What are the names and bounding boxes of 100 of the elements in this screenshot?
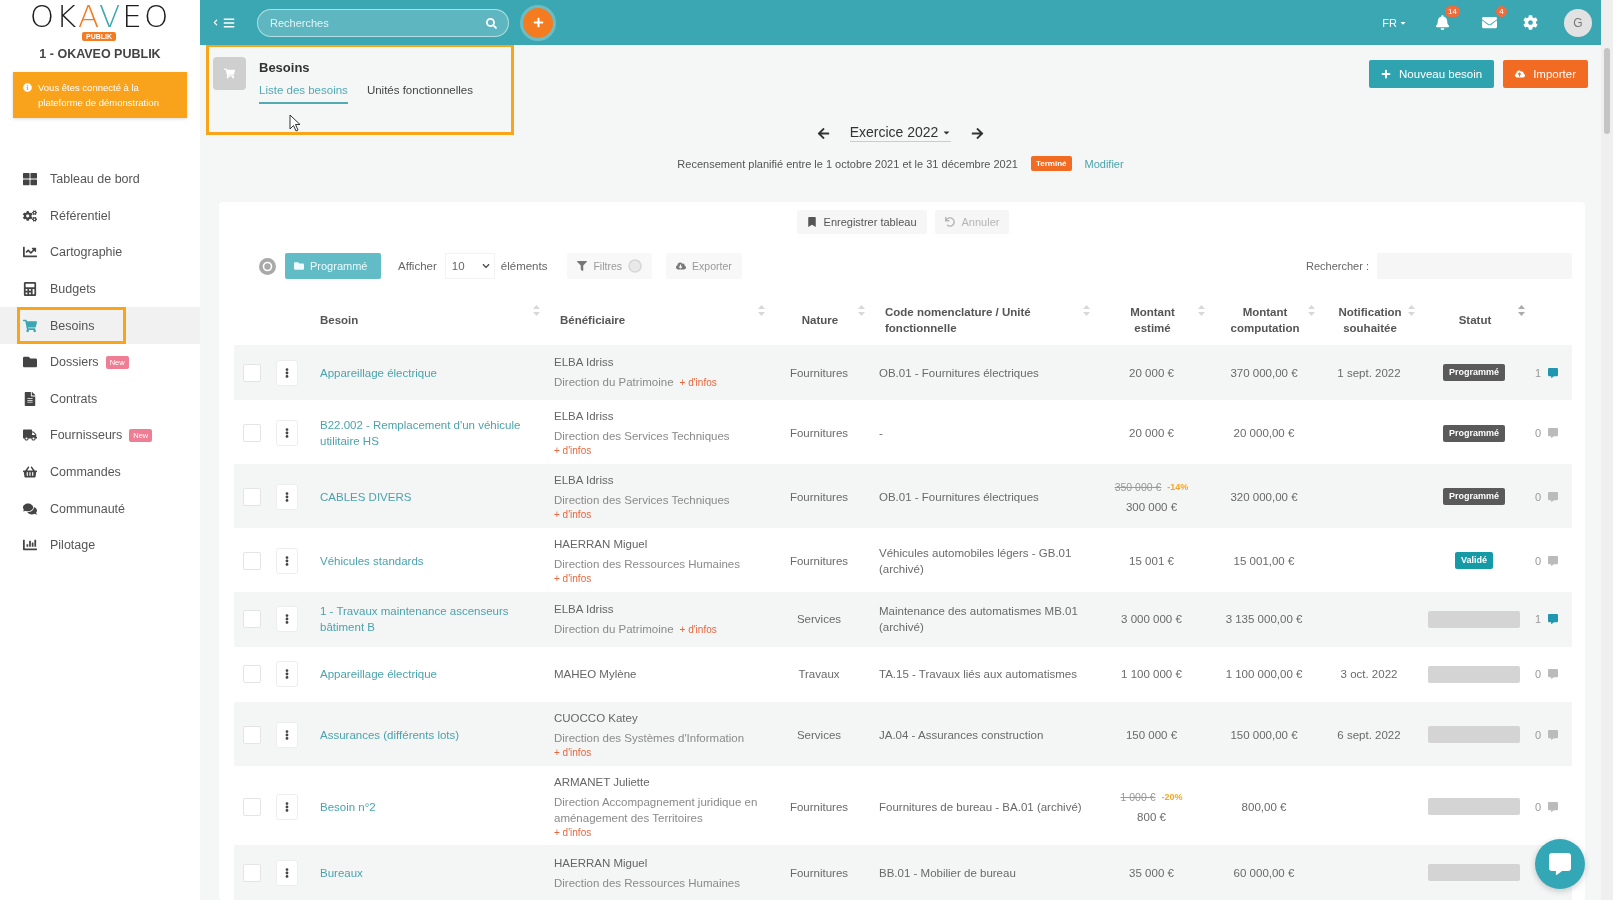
- page-size-select[interactable]: 10: [444, 253, 495, 279]
- language-button[interactable]: FR: [1376, 15, 1413, 30]
- sort-icon[interactable]: [1518, 305, 1525, 316]
- exercise-select[interactable]: Exercice 2022: [849, 124, 952, 142]
- sort-icon[interactable]: [858, 305, 865, 316]
- sidebar-item[interactable]: Cartographie: [0, 234, 200, 271]
- sort-icon[interactable]: [1408, 305, 1415, 316]
- sort-icon[interactable]: [1198, 305, 1205, 316]
- need-link[interactable]: Véhicules standards: [320, 552, 424, 569]
- settings-button[interactable]: [1523, 15, 1538, 30]
- row-checkbox[interactable]: [242, 487, 261, 506]
- column-header[interactable]: Notification souhaitée: [1335, 304, 1405, 336]
- comment-icon[interactable]: [1548, 367, 1559, 378]
- sidebar-item[interactable]: Budgets: [0, 270, 200, 308]
- sidebar-item[interactable]: Commandes: [0, 453, 200, 491]
- comment-icon[interactable]: [1548, 729, 1559, 740]
- computation-amount: 370 000,00 €: [1230, 365, 1298, 381]
- estimated-amount: 20 000 €: [1129, 365, 1174, 381]
- need-link[interactable]: Bureaux: [320, 864, 363, 881]
- scrollbar[interactable]: [1601, 0, 1613, 900]
- need-link[interactable]: B22.002 - Remplacement d'un véhicule utilitaire HS: [320, 417, 534, 449]
- new-need-button[interactable]: Nouveau besoin: [1369, 60, 1495, 88]
- comment-icon[interactable]: [1548, 428, 1559, 438]
- more-info-link[interactable]: + d'infos: [679, 623, 717, 635]
- sidebar-item[interactable]: Contrats: [0, 380, 200, 418]
- export-button[interactable]: Exporter: [666, 253, 742, 279]
- need-link[interactable]: Appareillage électrique: [320, 364, 437, 381]
- cart-icon: [23, 318, 37, 333]
- row-checkbox[interactable]: [242, 551, 261, 570]
- more-info-link[interactable]: + d'infos: [554, 571, 592, 586]
- filters-button[interactable]: Filtres: [567, 253, 653, 279]
- row-checkbox[interactable]: [242, 610, 261, 629]
- comment-icon[interactable]: [1548, 614, 1559, 625]
- row-menu-button[interactable]: [275, 859, 298, 886]
- sidebar-item[interactable]: Référentiel: [0, 197, 200, 235]
- need-link[interactable]: Appareillage électrique: [320, 666, 437, 683]
- computation-amount: 320 000,00 €: [1230, 489, 1298, 505]
- notification-button[interactable]: 14: [1435, 6, 1460, 30]
- comment-icon[interactable]: [1548, 555, 1559, 566]
- estimated-amount: 15 001 €: [1129, 553, 1174, 569]
- comment-count: 0: [1535, 727, 1542, 743]
- sort-icon[interactable]: [758, 305, 765, 316]
- need-link[interactable]: 1 - Travaux maintenance ascenseurs bâtiment B: [320, 603, 534, 636]
- sort-icon[interactable]: [1308, 305, 1315, 316]
- modify-link[interactable]: Modifier: [1084, 157, 1124, 170]
- add-button[interactable]: [523, 7, 553, 38]
- nature-text: Fournitures: [789, 553, 849, 569]
- row-menu-button[interactable]: [275, 483, 298, 510]
- save-table-button[interactable]: Enregistrer tableau: [796, 210, 927, 234]
- column-header[interactable]: Nature: [801, 312, 839, 328]
- scrollbar-thumb[interactable]: [1604, 48, 1610, 134]
- comment-icon[interactable]: [1548, 801, 1559, 812]
- search-field[interactable]: Recherches: [257, 8, 509, 37]
- sidebar-item[interactable]: Communauté: [0, 490, 200, 527]
- sort-icon[interactable]: [1083, 305, 1090, 316]
- sort-icon[interactable]: [533, 305, 540, 316]
- column-header[interactable]: Montant computation: [1225, 304, 1305, 336]
- column-header[interactable]: Bénéficiaire: [560, 312, 626, 328]
- sidebar-item[interactable]: Pilotage: [0, 526, 200, 564]
- column-header[interactable]: Statut: [1458, 312, 1492, 328]
- column-header[interactable]: Montant estimé: [1121, 304, 1184, 336]
- row-menu-button[interactable]: [275, 359, 298, 386]
- column-header[interactable]: Besoin: [320, 312, 359, 328]
- next-button[interactable]: [971, 126, 985, 140]
- folder-icon: [294, 261, 304, 271]
- row-checkbox[interactable]: [242, 665, 261, 684]
- menu-toggle-button[interactable]: [212, 16, 235, 29]
- row-menu-button[interactable]: [275, 420, 298, 446]
- need-link[interactable]: Besoin n°2: [320, 798, 376, 815]
- column-header[interactable]: Code nomenclature / Unité fonctionnelle: [885, 304, 1060, 336]
- comment-icon[interactable]: [1548, 669, 1559, 680]
- row-checkbox[interactable]: [242, 797, 261, 816]
- import-button[interactable]: Importer: [1503, 60, 1588, 88]
- row-checkbox[interactable]: [242, 863, 261, 882]
- previous-button[interactable]: [816, 126, 830, 140]
- status-filter-button[interactable]: Programmé: [285, 253, 381, 279]
- more-info-link[interactable]: + d'infos: [554, 745, 592, 760]
- comment-icon[interactable]: [1548, 491, 1559, 502]
- more-info-link[interactable]: + d'infos: [554, 507, 592, 522]
- row-menu-button[interactable]: [275, 547, 298, 574]
- tab[interactable]: Liste des besoins: [259, 84, 348, 104]
- tab[interactable]: Unités fonctionnelles: [366, 84, 473, 104]
- row-checkbox[interactable]: [242, 363, 261, 382]
- row-menu-button[interactable]: [275, 661, 298, 688]
- more-info-link[interactable]: + d'infos: [554, 444, 592, 458]
- row-menu-button[interactable]: [275, 721, 298, 748]
- more-info-link[interactable]: + d'infos: [679, 377, 717, 388]
- row-checkbox[interactable]: [242, 725, 261, 744]
- user-avatar[interactable]: G: [1564, 8, 1592, 37]
- row-menu-button[interactable]: [275, 793, 298, 820]
- need-link[interactable]: Assurances (différents lots): [320, 726, 460, 743]
- notification-button[interactable]: 4: [1482, 6, 1507, 30]
- more-info-link[interactable]: + d'infos: [554, 825, 592, 840]
- need-link[interactable]: CABLES DIVERS: [320, 488, 412, 505]
- sidebar-item[interactable]: Besoins: [0, 307, 200, 344]
- row-checkbox[interactable]: [242, 424, 261, 442]
- row-menu-button[interactable]: [275, 606, 298, 633]
- document-icon: [23, 391, 37, 406]
- sidebar-item[interactable]: Tableau de bord: [0, 161, 200, 198]
- circle-icon[interactable]: [259, 257, 276, 275]
